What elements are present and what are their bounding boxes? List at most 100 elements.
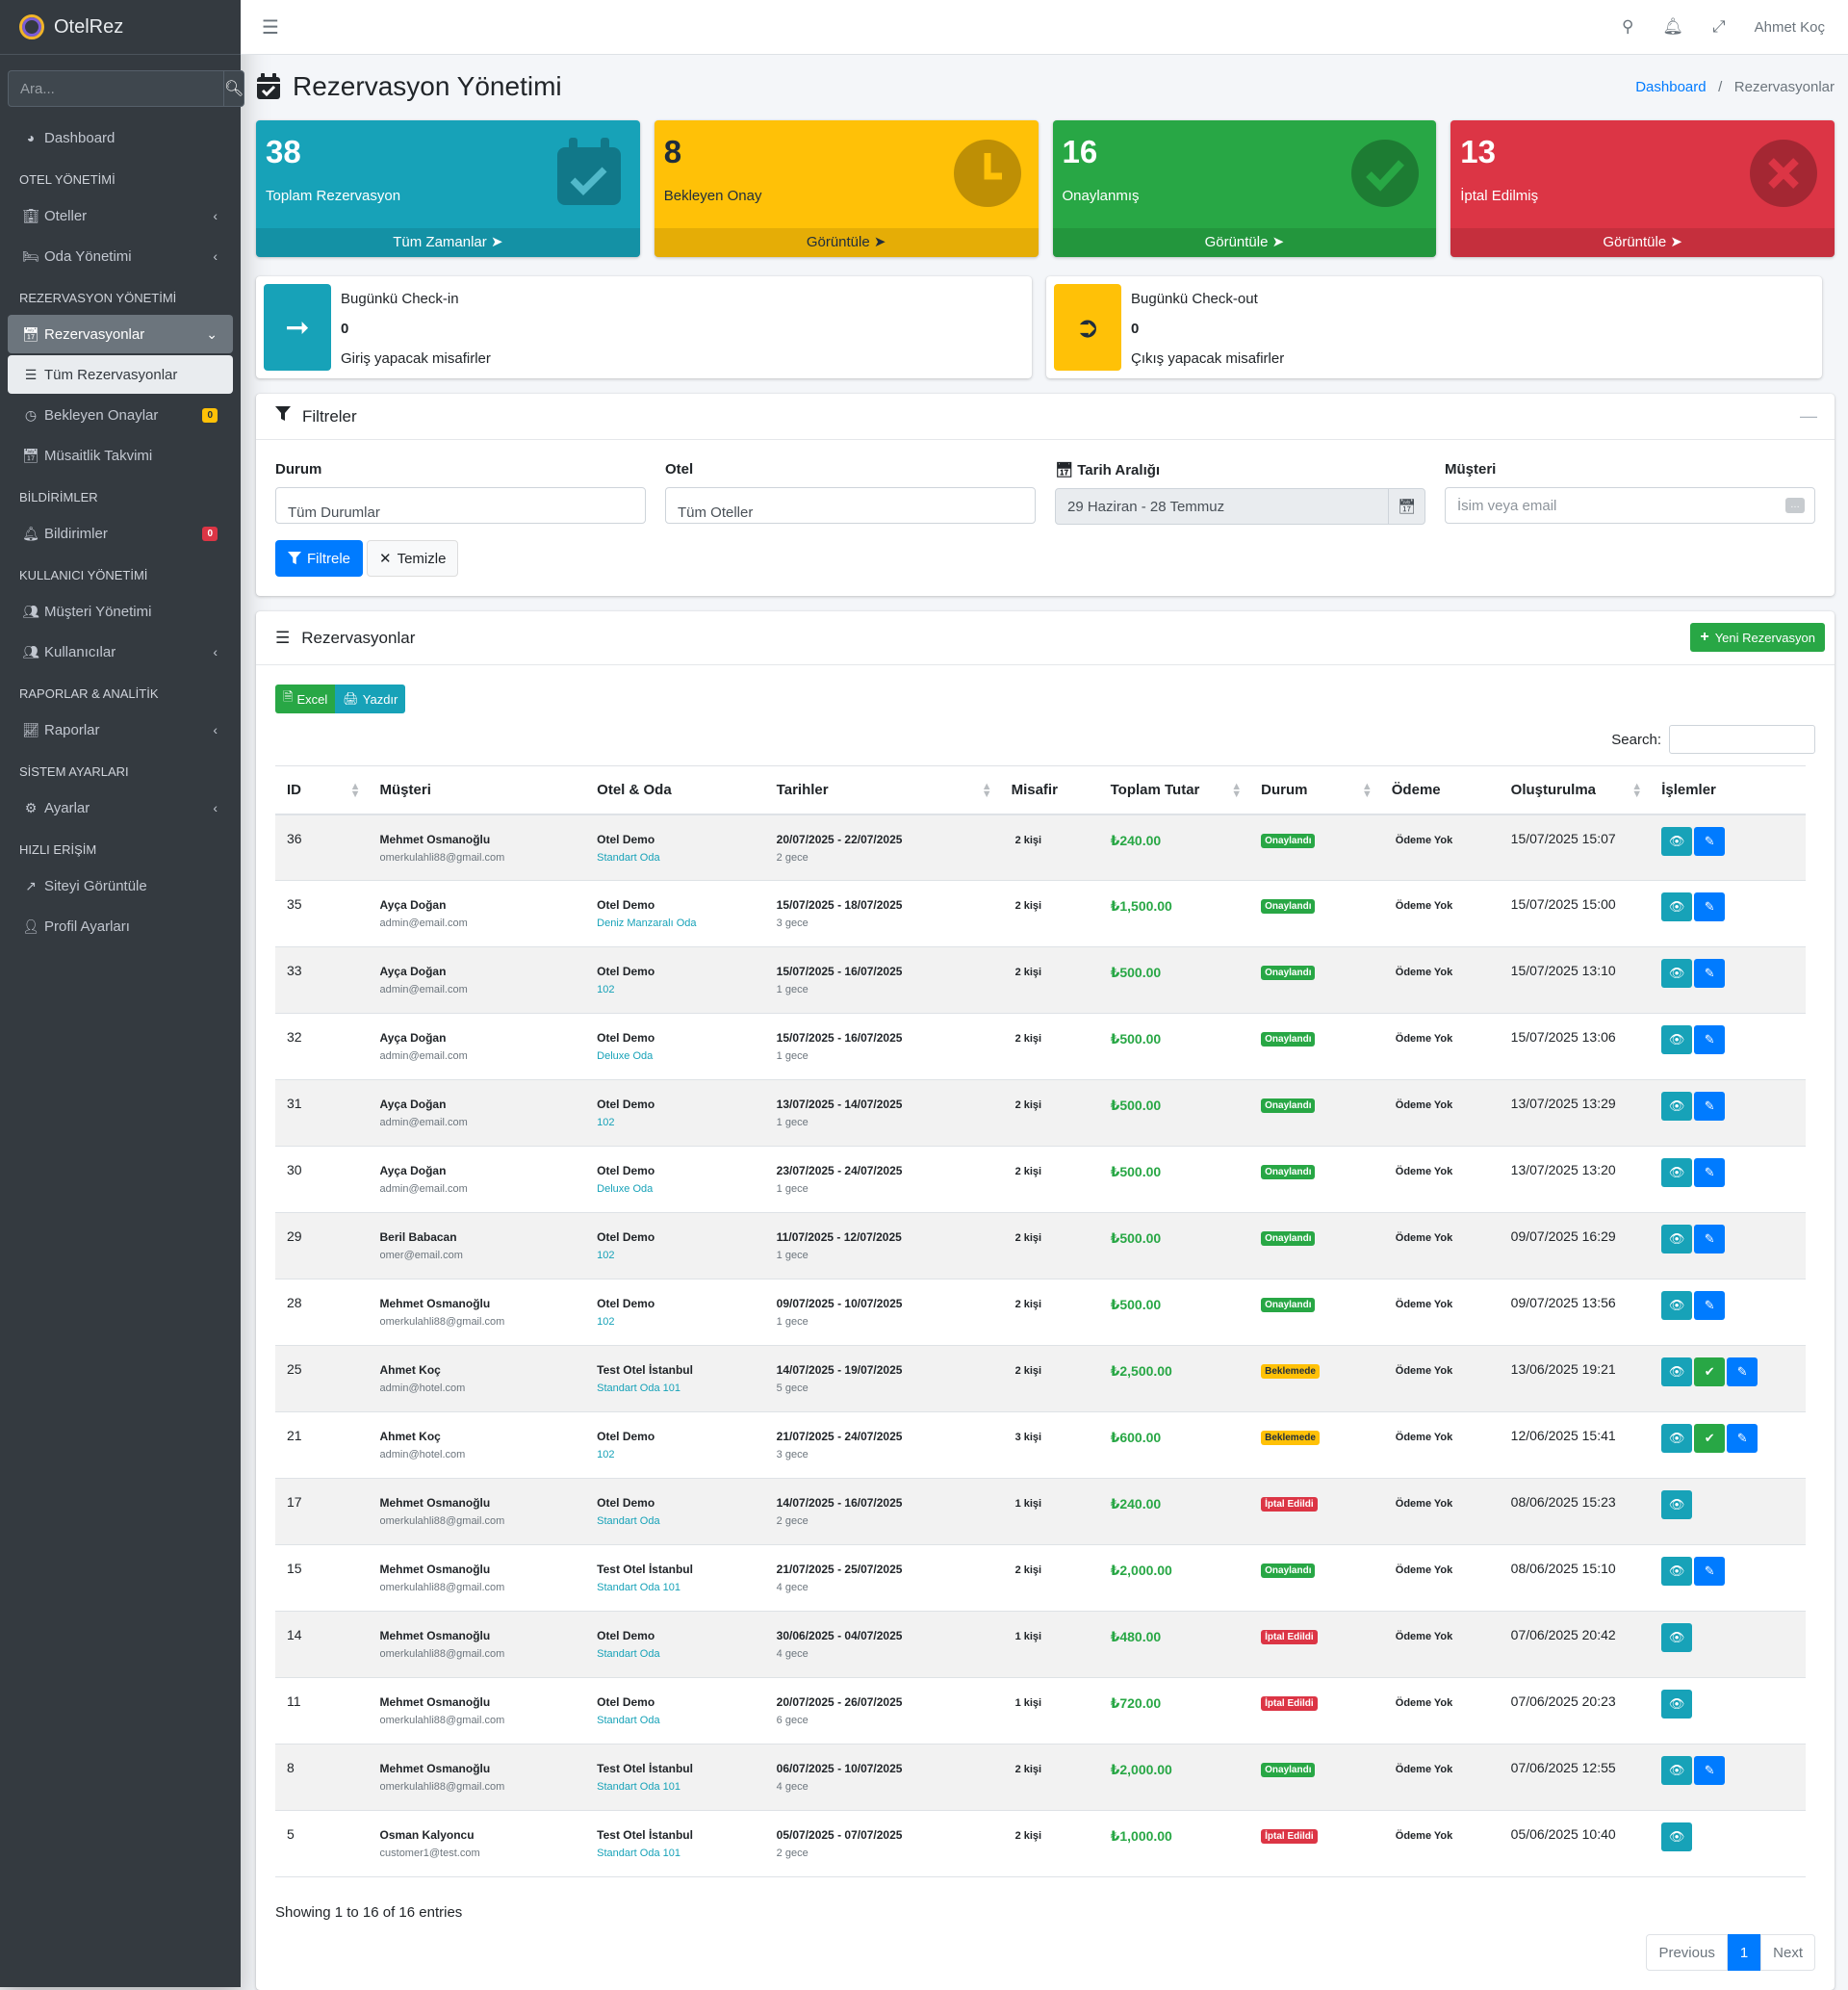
column-header[interactable]: Durum ▲ ▼ — [1249, 765, 1380, 815]
room-link[interactable]: Standart Oda — [597, 1715, 754, 1726]
fullscreen-icon[interactable]: ⤢ — [1712, 17, 1726, 37]
stat-footer-link[interactable]: Görüntüle ➤ — [1052, 228, 1437, 257]
sidebar-item-rezervasyonlar[interactable]: 📅︎ Rezervasyonlar ⌄ — [8, 315, 233, 353]
sidebar-item-bildirimler[interactable]: 🔔︎ Bildirimler 0 — [8, 514, 233, 553]
room-link[interactable]: 102 — [597, 984, 754, 995]
edit-button[interactable]: ✎ — [1694, 1756, 1726, 1785]
view-button[interactable]: 👁︎ — [1661, 826, 1693, 856]
room-link[interactable]: Standart Oda 101 — [597, 1582, 754, 1593]
calendar-icon[interactable]: 📅︎ — [1388, 489, 1424, 524]
room-link[interactable]: Deniz Manzaralı Oda — [597, 917, 754, 929]
edit-button[interactable]: ✎ — [1694, 1158, 1726, 1187]
view-button[interactable]: 👁︎ — [1661, 1025, 1693, 1054]
edit-button[interactable]: ✎ — [1694, 1291, 1726, 1320]
view-button[interactable]: 👁︎ — [1661, 1557, 1693, 1586]
hotel-select[interactable]: Tüm Oteller — [665, 487, 1036, 524]
view-button[interactable]: 👁︎ — [1661, 1357, 1693, 1386]
view-button[interactable]: 👁︎ — [1661, 892, 1693, 921]
column-header[interactable]: Oluşturulma ▲ ▼ — [1499, 765, 1651, 815]
view-button[interactable]: 👁︎ — [1661, 1690, 1693, 1719]
view-button[interactable]: 👁︎ — [1661, 1424, 1693, 1453]
approve-button[interactable]: ✔ — [1694, 1424, 1726, 1453]
column-header[interactable]: Toplam Tutar ▲ ▼ — [1098, 765, 1250, 815]
view-button[interactable]: 👁︎ — [1661, 1291, 1693, 1320]
sidebar-item-bekleyen-onaylar[interactable]: ◷ Bekleyen Onaylar 0 — [8, 396, 233, 434]
new-reservation-button[interactable]: + Yeni Rezervasyon — [1690, 623, 1825, 652]
edit-button[interactable]: ✎ — [1694, 892, 1726, 921]
cell-payment: Ödeme Yok — [1379, 1146, 1500, 1213]
edit-button[interactable]: ✎ — [1694, 826, 1726, 856]
stat-footer-link[interactable]: Görüntüle ➤ — [654, 228, 1039, 257]
view-button[interactable]: 👁︎ — [1661, 959, 1693, 988]
customer-input[interactable]: İsim veya email … — [1445, 487, 1815, 524]
column-header[interactable]: ID ▲ ▼ — [275, 765, 369, 815]
room-link[interactable]: Standart Oda 101 — [597, 1383, 754, 1394]
sidebar-item-kullanıcılar[interactable]: 👥︎ Kullanıcılar ‹ — [8, 633, 233, 671]
checkout-count: 0 — [1131, 321, 1140, 337]
sidebar-item-oteller[interactable]: 🏢︎ Oteller ‹ — [8, 196, 233, 235]
sidebar-item-siteyi-görüntüle[interactable]: ↗ Siteyi Görüntüle — [8, 866, 233, 905]
filter-button[interactable]: Filtrele — [275, 540, 364, 577]
breadcrumb-home[interactable]: Dashboard — [1635, 79, 1706, 95]
view-button[interactable]: 👁︎ — [1661, 1225, 1693, 1253]
sidebar-item-dashboard[interactable]: ◕ Dashboard — [8, 118, 233, 157]
room-link[interactable]: Standart Oda 101 — [597, 1781, 754, 1793]
user-menu[interactable]: Ahmet Koç — [1755, 19, 1825, 36]
print-button[interactable]: 🖨︎ Yazdır — [335, 685, 406, 713]
column-header[interactable]: Ödeme — [1379, 765, 1500, 815]
edit-button[interactable]: ✎ — [1694, 1225, 1726, 1253]
room-link[interactable]: 102 — [597, 1449, 754, 1460]
sidebar-item-profil-ayarları[interactable]: 👤︎ Profil Ayarları — [8, 907, 233, 945]
room-link[interactable]: Standart Oda — [597, 1515, 754, 1527]
sidebar-search-button[interactable]: 🔍︎ — [223, 70, 245, 107]
column-header[interactable]: Otel & Oda — [585, 765, 765, 815]
sidebar-item-ayarlar[interactable]: ⚙ Ayarlar ‹ — [8, 788, 233, 827]
view-button[interactable]: 👁︎ — [1661, 1490, 1693, 1519]
column-header[interactable]: Misafir — [999, 765, 1099, 815]
room-link[interactable]: Standart Oda — [597, 1648, 754, 1660]
search-icon[interactable]: ⚲ — [1622, 17, 1633, 37]
column-header[interactable]: İşlemler — [1650, 765, 1806, 815]
bell-icon[interactable]: 🔔︎ — [1662, 17, 1683, 37]
status-select[interactable]: Tüm Durumlar — [275, 487, 646, 524]
menu-toggle-icon[interactable]: ☰ — [262, 15, 279, 39]
approve-button[interactable]: ✔ — [1694, 1357, 1726, 1386]
column-header[interactable]: Müşteri — [368, 765, 586, 815]
edit-button[interactable]: ✎ — [1694, 1092, 1726, 1121]
room-link[interactable]: 102 — [597, 1250, 754, 1261]
collapse-icon[interactable]: — — [1800, 406, 1817, 426]
edit-button[interactable]: ✎ — [1694, 959, 1726, 988]
sidebar-item-raporlar[interactable]: 📈︎ Raporlar ‹ — [8, 711, 233, 749]
room-link[interactable]: Standart Oda — [597, 852, 754, 864]
view-button[interactable]: 👁︎ — [1661, 1158, 1693, 1187]
clear-button[interactable]: ✕ Temizle — [367, 540, 459, 577]
sidebar-item-oda-yönetimi[interactable]: 🛏︎ Oda Yönetimi ‹ — [8, 237, 233, 275]
date-range-field[interactable]: 29 Haziran - 28 Temmuz 📅︎ — [1055, 488, 1425, 525]
excel-button[interactable]: 🗎︎ Excel — [275, 685, 336, 713]
column-header[interactable]: Tarihler ▲ ▼ — [764, 765, 1000, 815]
edit-button[interactable]: ✎ — [1694, 1557, 1726, 1586]
view-button[interactable]: 👁︎ — [1661, 1822, 1693, 1851]
room-link[interactable]: Standart Oda 101 — [597, 1848, 754, 1859]
pagination-next[interactable]: Next — [1760, 1934, 1815, 1971]
sidebar-item-müşteri-yönetimi[interactable]: 👥︎ Müşteri Yönetimi — [8, 592, 233, 631]
sidebar-item-tüm-rezervasyonlar[interactable]: ☰ Tüm Rezervasyonlar — [8, 355, 233, 394]
table-search-input[interactable] — [1669, 725, 1815, 754]
stat-footer-link[interactable]: Görüntüle ➤ — [1450, 228, 1835, 257]
room-link[interactable]: 102 — [597, 1117, 754, 1128]
pagination-previous[interactable]: Previous — [1646, 1934, 1728, 1971]
view-button[interactable]: 👁︎ — [1661, 1623, 1693, 1652]
brand[interactable]: OtelRez — [0, 0, 241, 55]
pagination-page[interactable]: 1 — [1727, 1934, 1761, 1971]
stat-footer-link[interactable]: Tüm Zamanlar ➤ — [256, 228, 640, 257]
sidebar-search-input[interactable] — [8, 70, 223, 107]
room-link[interactable]: Deluxe Oda — [597, 1050, 754, 1062]
room-link[interactable]: 102 — [597, 1316, 754, 1328]
edit-button[interactable]: ✎ — [1727, 1424, 1758, 1453]
view-button[interactable]: 👁︎ — [1661, 1756, 1693, 1785]
sidebar-item-müsaitlik-takvimi[interactable]: 📅︎ Müsaitlik Takvimi — [8, 436, 233, 475]
room-link[interactable]: Deluxe Oda — [597, 1183, 754, 1195]
edit-button[interactable]: ✎ — [1727, 1357, 1758, 1386]
view-button[interactable]: 👁︎ — [1661, 1092, 1693, 1121]
edit-button[interactable]: ✎ — [1694, 1025, 1726, 1054]
